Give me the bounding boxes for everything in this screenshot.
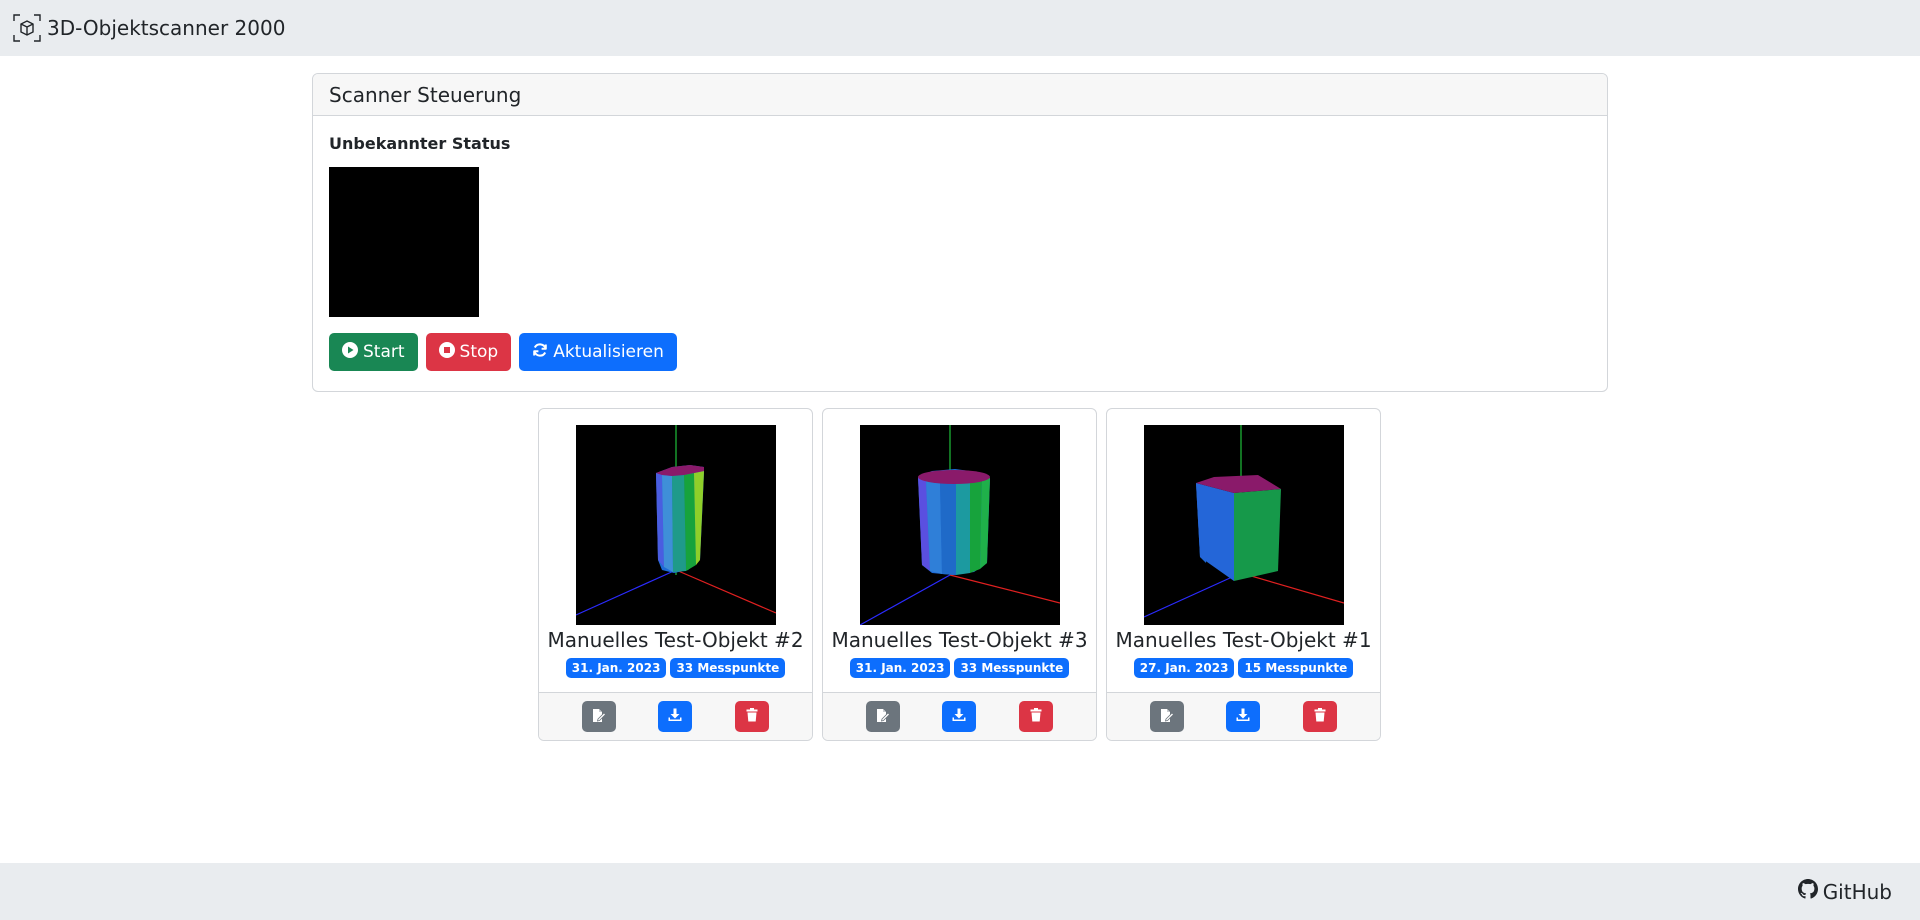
trash-icon xyxy=(1030,708,1042,725)
object-3d-render xyxy=(859,425,1060,625)
stop-circle-icon xyxy=(438,341,455,363)
points-badge: 33 Messpunkte xyxy=(954,658,1070,678)
object-card-body: Manuelles Test-Objekt #3 31. Jan. 2023 3… xyxy=(823,409,1096,692)
download-icon xyxy=(952,708,966,725)
object-3d-render xyxy=(1143,425,1344,625)
scanner-control-card: Scanner Steuerung Unbekannter Status Sta… xyxy=(312,73,1608,392)
scanner-preview xyxy=(329,167,479,317)
object-3d-render xyxy=(575,425,776,625)
scanner-cube-icon xyxy=(12,13,42,43)
rename-button[interactable] xyxy=(582,701,617,732)
refresh-button-label: Aktualisieren xyxy=(553,342,664,362)
download-button[interactable] xyxy=(1226,701,1261,732)
object-card-footer xyxy=(823,692,1096,740)
download-icon xyxy=(668,708,682,725)
object-title: Manuelles Test-Objekt #1 xyxy=(1115,628,1372,652)
trash-icon xyxy=(1314,708,1326,725)
object-title: Manuelles Test-Objekt #3 xyxy=(831,628,1088,652)
delete-button[interactable] xyxy=(1302,701,1337,732)
download-button[interactable] xyxy=(942,701,977,732)
date-badge: 31. Jan. 2023 xyxy=(849,658,951,678)
refresh-button[interactable]: Aktualisieren xyxy=(519,333,677,371)
stop-button[interactable]: Stop xyxy=(425,333,512,371)
rename-button[interactable] xyxy=(1150,701,1185,732)
date-badge: 27. Jan. 2023 xyxy=(1133,658,1235,678)
download-icon xyxy=(1236,708,1250,725)
object-card: Manuelles Test-Objekt #3 31. Jan. 2023 3… xyxy=(822,408,1097,741)
scanner-button-row: Start Stop Aktualisieren xyxy=(329,333,1591,371)
brand-link[interactable]: 3D-Objektscanner 2000 xyxy=(12,13,285,43)
top-navbar: 3D-Objektscanner 2000 xyxy=(0,0,1920,56)
object-badges: 31. Jan. 2023 33 Messpunkte xyxy=(849,658,1070,678)
stop-button-label: Stop xyxy=(459,342,499,362)
play-circle-icon xyxy=(342,341,358,363)
object-card-body: Manuelles Test-Objekt #1 27. Jan. 2023 1… xyxy=(1107,409,1380,692)
date-badge: 31. Jan. 2023 xyxy=(565,658,667,678)
download-button[interactable] xyxy=(658,701,693,732)
file-edit-icon xyxy=(592,708,607,726)
page-footer: GitHub xyxy=(0,863,1920,920)
trash-icon xyxy=(746,708,758,725)
object-card: Manuelles Test-Objekt #2 31. Jan. 2023 3… xyxy=(538,408,813,741)
app-title: 3D-Objektscanner 2000 xyxy=(47,16,286,40)
github-icon xyxy=(1797,879,1818,904)
scanner-card-body: Unbekannter Status Start Stop Aktualisie… xyxy=(313,116,1607,387)
object-card-footer xyxy=(1107,692,1380,740)
object-badges: 31. Jan. 2023 33 Messpunkte xyxy=(565,658,786,678)
refresh-icon xyxy=(532,342,548,363)
file-edit-icon xyxy=(876,708,891,726)
points-badge: 15 Messpunkte xyxy=(1238,658,1354,678)
scanner-card-header: Scanner Steuerung xyxy=(313,74,1607,116)
rename-button[interactable] xyxy=(866,701,901,732)
file-edit-icon xyxy=(1160,708,1175,726)
object-title: Manuelles Test-Objekt #2 xyxy=(547,628,804,652)
delete-button[interactable] xyxy=(1018,701,1053,732)
objects-grid: Manuelles Test-Objekt #2 31. Jan. 2023 3… xyxy=(538,408,1381,741)
object-card-body: Manuelles Test-Objekt #2 31. Jan. 2023 3… xyxy=(539,409,812,692)
start-button[interactable]: Start xyxy=(329,333,418,371)
github-link[interactable]: GitHub xyxy=(1797,879,1892,904)
points-badge: 33 Messpunkte xyxy=(670,658,786,678)
github-label: GitHub xyxy=(1822,879,1892,904)
delete-button[interactable] xyxy=(734,701,769,732)
scanner-status: Unbekannter Status xyxy=(329,134,511,153)
start-button-label: Start xyxy=(363,342,405,362)
object-badges: 27. Jan. 2023 15 Messpunkte xyxy=(1133,658,1354,678)
object-card-footer xyxy=(539,692,812,740)
object-card: Manuelles Test-Objekt #1 27. Jan. 2023 1… xyxy=(1106,408,1381,741)
